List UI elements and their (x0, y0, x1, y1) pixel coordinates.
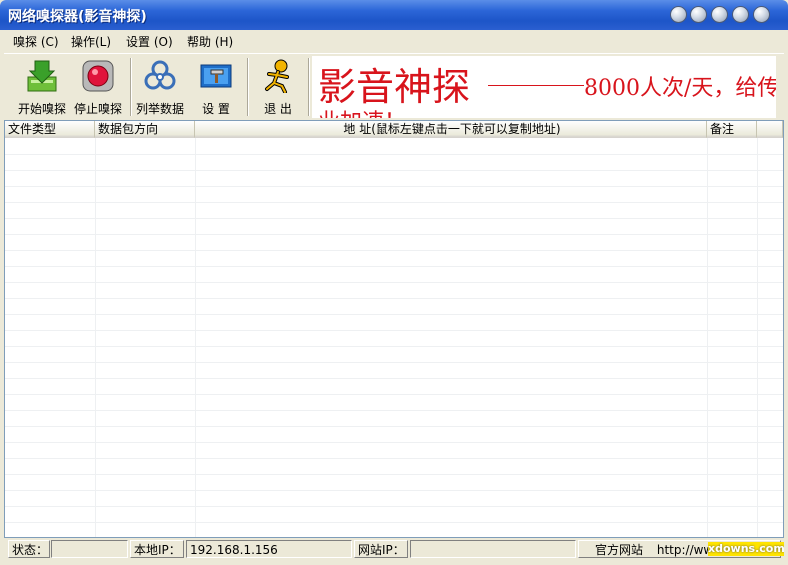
table-row (5, 490, 783, 491)
column-header-label: 文件类型 (8, 122, 57, 136)
table-row (5, 458, 783, 459)
site-ip-label: 网站IP： (354, 540, 408, 558)
watermark-logo: xdowns.com (708, 542, 784, 556)
settings-button[interactable]: 设 置 (186, 56, 246, 118)
table-row (5, 218, 783, 219)
menu-settings[interactable]: 设置 (O) (126, 33, 173, 50)
ad-banner[interactable]: 影音神探 8000人次/天，给传 业加速！ (312, 56, 776, 118)
table-row (5, 314, 783, 315)
table-row (5, 346, 783, 347)
stop-sniff-label: 停止嗅探 (73, 102, 122, 116)
table-row (5, 378, 783, 379)
banner-tagline: 8000人次/天，给传 (584, 76, 776, 101)
start-sniff-label: 开始嗅探 (17, 102, 66, 116)
table-row (5, 426, 783, 427)
status-label: 状态： (8, 540, 50, 558)
table-row (5, 234, 783, 235)
column-divider (757, 138, 758, 537)
main-window: 网络嗅探器(影音神探) 嗅探 (C) 操作(L) 设置 (O) 帮助 (H) 开… (0, 0, 788, 565)
table-row (5, 394, 783, 395)
list-data-button[interactable]: 列举数据 (130, 56, 190, 118)
banner-dash (488, 85, 584, 86)
close-button[interactable] (753, 6, 770, 23)
column-divider (707, 138, 708, 537)
column-header-address[interactable]: 地 址(鼠标左键点击一下就可以复制地址) (195, 121, 707, 138)
local-ip-value: 192.168.1.156 (186, 540, 352, 558)
table-row (5, 506, 783, 507)
table-row (5, 298, 783, 299)
biohazard-icon (144, 60, 176, 90)
stop-sniff-icon (82, 60, 114, 92)
results-table[interactable]: 文件类型 数据包方向 地 址(鼠标左键点击一下就可以复制地址) 备注 (4, 120, 784, 538)
table-row (5, 154, 783, 155)
menu-sniff[interactable]: 嗅探 (C) (13, 33, 59, 50)
running-man-icon (265, 59, 289, 93)
menu-help[interactable]: 帮助 (H) (187, 33, 233, 50)
column-header-note[interactable]: 备注 (707, 121, 757, 138)
stop-sniff-button[interactable]: 停止嗅探 (68, 56, 128, 118)
status-bar: 状态： 本地IP： 192.168.1.156 网站IP： 官方网站 http:… (4, 540, 784, 560)
column-header-filler (757, 121, 783, 138)
table-row (5, 186, 783, 187)
exit-button[interactable]: 退 出 (248, 56, 308, 118)
menu-bar: 嗅探 (C) 操作(L) 设置 (O) 帮助 (H) (0, 30, 788, 52)
site-ip-value (410, 540, 576, 558)
start-sniff-icon (27, 60, 57, 92)
banner-second-line: 业加速！ (318, 104, 406, 118)
table-row (5, 202, 783, 203)
window-title: 网络嗅探器(影音神探) (8, 9, 147, 25)
table-row (5, 442, 783, 443)
column-divider (95, 138, 96, 537)
table-row (5, 474, 783, 475)
list-data-label: 列举数据 (135, 102, 184, 116)
local-ip-label: 本地IP： (130, 540, 184, 558)
column-divider (195, 138, 196, 537)
table-row (5, 266, 783, 267)
maximize-button[interactable] (732, 6, 749, 23)
roll-button[interactable] (690, 6, 707, 23)
table-row (5, 250, 783, 251)
settings-monitor-icon (200, 64, 232, 88)
column-header-direction[interactable]: 数据包方向 (95, 121, 195, 138)
table-row (5, 282, 783, 283)
title-bar: 网络嗅探器(影音神探) (0, 0, 788, 30)
column-header-label: 数据包方向 (98, 122, 159, 136)
column-header-label: 备注 (710, 122, 735, 136)
exit-label: 退 出 (264, 102, 292, 116)
status-value (51, 540, 128, 558)
official-site-label: 官方网站 (595, 543, 644, 557)
table-row (5, 170, 783, 171)
minimize-button[interactable] (711, 6, 728, 23)
banner-title: 影音神探 (318, 65, 471, 109)
column-header-label: 地 址(鼠标左键点击一下就可以复制地址) (343, 122, 561, 136)
toolbar-separator (308, 58, 310, 116)
table-row (5, 362, 783, 363)
table-row (5, 522, 783, 523)
settings-label: 设 置 (202, 102, 230, 116)
column-header-file-type[interactable]: 文件类型 (5, 121, 95, 138)
table-row (5, 330, 783, 331)
menu-operate[interactable]: 操作(L) (71, 33, 111, 50)
help-button[interactable] (670, 6, 687, 23)
start-sniff-button[interactable]: 开始嗅探 (12, 56, 72, 118)
table-row (5, 410, 783, 411)
